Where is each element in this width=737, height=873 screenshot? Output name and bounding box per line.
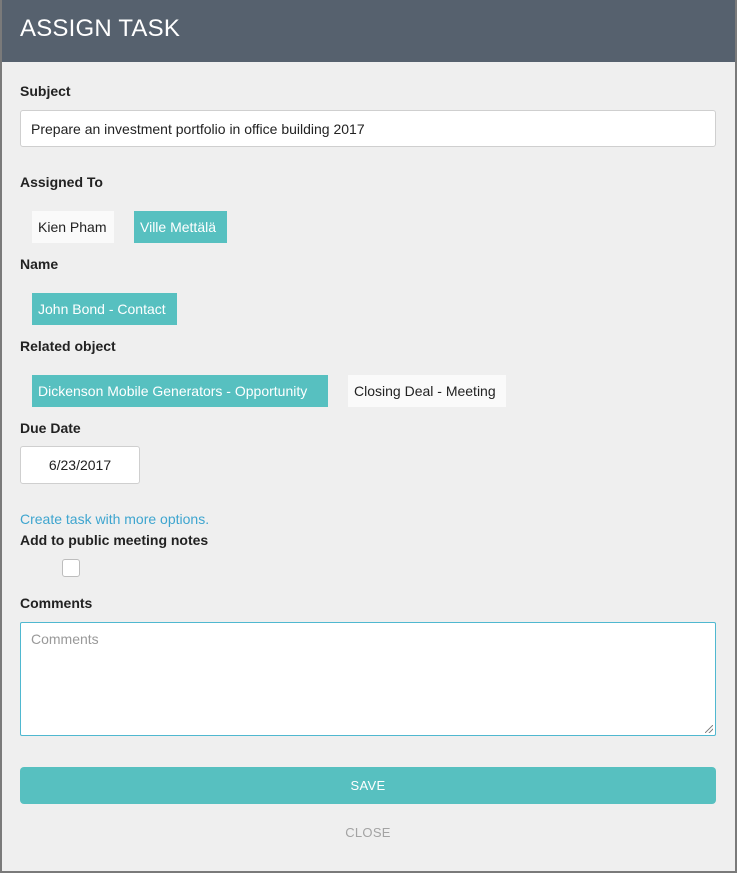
assign-task-dialog: ASSIGN TASK Subject Prepare an investmen… [0,0,737,873]
dialog-header: ASSIGN TASK [2,0,735,62]
due-date-value: 6/23/2017 [48,457,112,473]
comments-placeholder: Comments [31,631,99,647]
subject-label: Subject [20,83,71,99]
chip-label: Kien Pham [38,219,107,235]
related-object-label: Related object [20,338,116,354]
due-date-input[interactable]: 6/23/2017 [20,446,140,484]
dialog-title: ASSIGN TASK [20,15,181,42]
create-task-more-options-link[interactable]: Create task with more options. [20,511,209,527]
name-label: Name [20,256,59,272]
related-chip-closing-deal-meeting[interactable]: Closing Deal - Meeting [348,375,506,407]
chip-label: Dickenson Mobile Generators - Opportunit… [38,383,308,399]
comments-label: Comments [20,595,93,611]
name-chip-john-bond[interactable]: John Bond - Contact [32,293,177,325]
public-notes-label: Add to public meeting notes [20,532,209,548]
resize-grip-icon[interactable] [705,725,713,733]
assignee-chip-ville-mettala[interactable]: Ville Mettälä [134,211,227,243]
assigned-to-label: Assigned To [20,174,103,190]
subject-input[interactable]: Prepare an investment portfolio in offic… [20,110,716,147]
chip-label: John Bond - Contact [38,301,166,317]
chip-label: Closing Deal - Meeting [354,383,496,399]
assignee-chip-kien-pham[interactable]: Kien Pham [32,211,114,243]
chip-label: Ville Mettälä [140,219,217,235]
comments-textarea[interactable]: Comments [20,622,716,736]
subject-value: Prepare an investment portfolio in offic… [31,120,365,137]
save-button[interactable]: SAVE [20,767,716,804]
related-chip-dickenson-opportunity[interactable]: Dickenson Mobile Generators - Opportunit… [32,375,328,407]
due-date-label: Due Date [20,420,81,436]
public-notes-checkbox[interactable] [62,559,80,577]
close-button[interactable]: CLOSE [20,822,716,842]
